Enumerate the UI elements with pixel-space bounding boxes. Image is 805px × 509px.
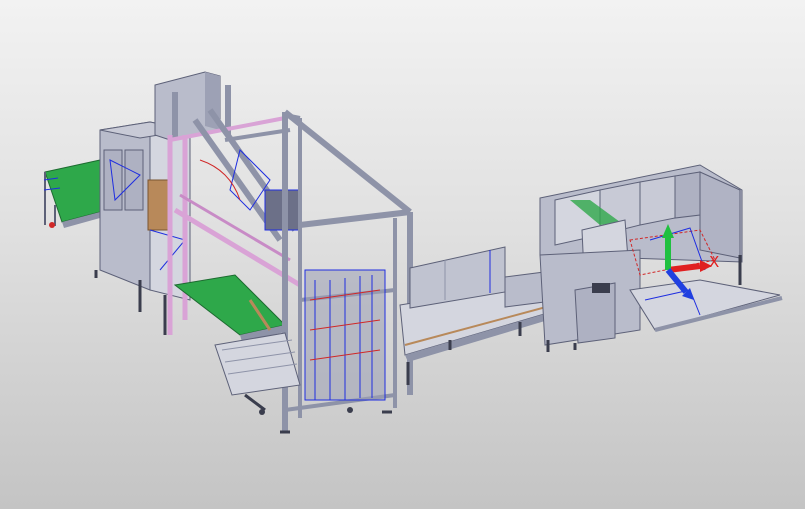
x-axis-label: X (709, 253, 720, 271)
machine-assembly-model[interactable] (0, 0, 805, 509)
cad-3d-viewport[interactable]: X (0, 0, 805, 509)
right-case-packer (539, 164, 783, 352)
left-infeed-conveyor (43, 159, 101, 228)
middle-green-table (173, 274, 286, 342)
left-forming-machine (94, 121, 191, 335)
